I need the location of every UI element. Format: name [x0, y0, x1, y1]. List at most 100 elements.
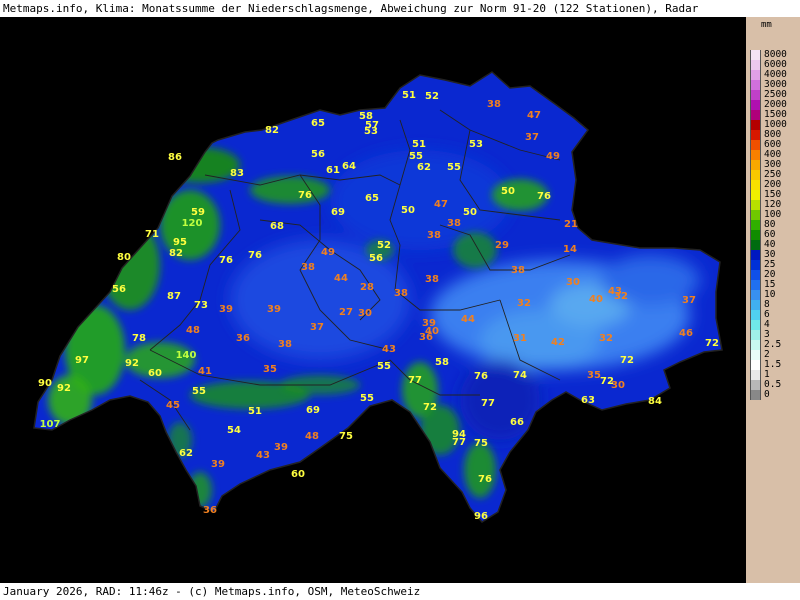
station-value: 38 — [394, 288, 408, 299]
station-value: 64 — [342, 161, 356, 172]
station-value: 55 — [192, 386, 206, 397]
station-value: 38 — [487, 99, 501, 110]
station-value: 44 — [461, 314, 475, 325]
legend-swatch — [750, 80, 761, 90]
station-value: 35 — [587, 370, 601, 381]
station-value: 77 — [408, 375, 422, 386]
legend-swatch — [750, 270, 761, 280]
station-value: 30 — [611, 380, 625, 391]
station-value: 120 — [182, 218, 203, 229]
station-value: 76 — [248, 250, 262, 261]
station-value: 62 — [179, 448, 193, 459]
station-value: 36 — [236, 333, 250, 344]
station-value: 51 — [248, 406, 262, 417]
station-value: 47 — [434, 199, 448, 210]
legend-swatch — [750, 100, 761, 110]
station-value: 72 — [705, 338, 719, 349]
station-value: 62 — [417, 162, 431, 173]
station-value: 76 — [537, 191, 551, 202]
station-value: 74 — [513, 370, 527, 381]
legend-swatch — [750, 360, 761, 370]
station-value: 82 — [265, 125, 279, 136]
station-value: 36 — [203, 505, 217, 516]
station-value: 29 — [495, 240, 509, 251]
map-title: Metmaps.info, Klima: Monatssumme der Nie… — [0, 0, 800, 17]
station-value: 51 — [412, 139, 426, 150]
station-value: 39 — [267, 304, 281, 315]
legend-swatch — [750, 280, 761, 290]
legend-swatch — [750, 300, 761, 310]
legend-swatch — [750, 340, 761, 350]
legend-swatch — [750, 150, 761, 160]
radar-field — [34, 72, 722, 522]
station-value: 77 — [452, 437, 466, 448]
station-value: 65 — [311, 118, 325, 129]
station-value: 58 — [435, 357, 449, 368]
station-value: 30 — [358, 308, 372, 319]
station-value: 48 — [305, 431, 319, 442]
station-value: 75 — [474, 438, 488, 449]
station-value: 53 — [364, 126, 378, 137]
station-value: 38 — [447, 218, 461, 229]
legend-unit: mm — [761, 20, 772, 30]
legend-swatch — [750, 160, 761, 170]
precipitation-map[interactable]: 51 52 38 47 82 65 58 57 53 51 55 53 37 49 86 56 61 64 62 55… — [0, 17, 746, 583]
station-value: 76 — [219, 255, 233, 266]
legend-swatch — [750, 320, 761, 330]
station-value: 52 — [377, 240, 391, 251]
legend-swatch — [750, 240, 761, 250]
station-value: 56 — [369, 253, 383, 264]
station-value: 47 — [527, 110, 541, 121]
legend-swatch — [750, 120, 761, 130]
legend-swatch — [750, 220, 761, 230]
legend-swatch — [750, 210, 761, 220]
legend-swatch — [750, 290, 761, 300]
station-value: 38 — [278, 339, 292, 350]
station-value: 37 — [525, 132, 539, 143]
station-value: 30 — [566, 277, 580, 288]
legend-label: 0 — [764, 389, 770, 400]
station-value: 27 — [339, 307, 353, 318]
station-value: 50 — [401, 205, 415, 216]
station-value: 32 — [517, 298, 531, 309]
station-value: 76 — [298, 190, 312, 201]
station-value: 37 — [310, 322, 324, 333]
legend-swatch — [750, 350, 761, 360]
station-value: 56 — [112, 284, 126, 295]
station-value: 43 — [256, 450, 270, 461]
station-value: 95 — [173, 237, 187, 248]
station-value: 59 — [191, 207, 205, 218]
station-value: 75 — [339, 431, 353, 442]
station-value: 65 — [365, 193, 379, 204]
station-value: 87 — [167, 291, 181, 302]
station-value: 54 — [227, 425, 241, 436]
station-value: 21 — [564, 219, 578, 230]
station-value: 78 — [132, 333, 146, 344]
station-value: 55 — [409, 151, 423, 162]
station-value: 80 — [117, 252, 131, 263]
legend-swatch — [750, 330, 761, 340]
station-value: 73 — [194, 300, 208, 311]
legend-swatch — [750, 70, 761, 80]
station-value: 14 — [563, 244, 577, 255]
station-value: 86 — [168, 152, 182, 163]
legend-swatch — [750, 130, 761, 140]
station-value: 39 — [274, 442, 288, 453]
station-value: 38 — [425, 274, 439, 285]
legend-swatch — [750, 90, 761, 100]
station-value: 55 — [447, 162, 461, 173]
station-value: 38 — [511, 265, 525, 276]
legend-swatch — [750, 380, 761, 390]
station-value: 39 — [211, 459, 225, 470]
station-value: 53 — [469, 139, 483, 150]
station-value: 37 — [682, 295, 696, 306]
legend-swatch — [750, 140, 761, 150]
station-value: 46 — [679, 328, 693, 339]
station-value: 40 — [589, 294, 603, 305]
station-value: 31 — [513, 333, 527, 344]
station-value: 28 — [360, 282, 374, 293]
legend-swatch — [750, 110, 761, 120]
legend-swatch — [750, 260, 761, 270]
station-value: 76 — [474, 371, 488, 382]
station-value: 44 — [334, 273, 348, 284]
